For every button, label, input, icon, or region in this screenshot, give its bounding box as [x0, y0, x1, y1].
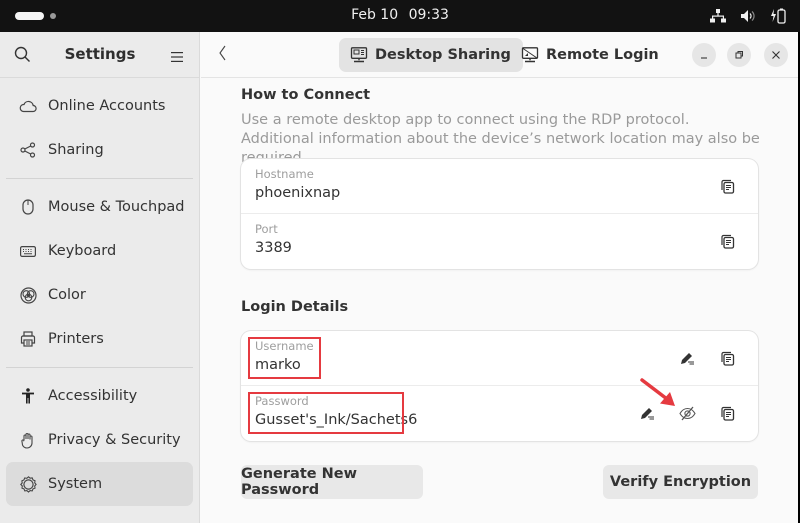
volume-icon[interactable] — [740, 9, 756, 23]
gear-icon — [19, 475, 37, 493]
copy-username-button[interactable] — [718, 349, 736, 367]
how-to-connect-heading: How to Connect — [241, 87, 371, 103]
sidebar-item-online-accounts[interactable]: Online Accounts — [6, 84, 193, 128]
network-icon[interactable] — [710, 9, 726, 23]
copy-icon — [720, 351, 734, 366]
hostname-row: Hostname phoenixnap — [241, 159, 758, 214]
sidebar-item-label: Keyboard — [48, 243, 117, 259]
sidebar-item-label: Accessibility — [48, 388, 138, 404]
settings-window: Settings Online Accounts Sharing Mouse &… — [0, 32, 798, 523]
desktop-sharing-icon — [350, 47, 368, 63]
remote-login-icon — [521, 47, 539, 63]
connection-card: Hostname phoenixnap Port 3389 — [241, 159, 758, 269]
sidebar-title: Settings — [64, 45, 136, 63]
annotation-arrow — [640, 378, 675, 406]
tab-desktop-sharing[interactable]: Desktop Sharing — [339, 38, 523, 72]
top-bar: Feb 10 09:33 — [0, 0, 800, 32]
restore-button[interactable] — [727, 43, 751, 67]
eye-hidden-icon — [678, 406, 696, 420]
close-icon — [772, 51, 780, 59]
main-content: How to Connect Use a remote desktop app … — [201, 79, 798, 523]
copy-icon — [720, 406, 734, 421]
restore-icon — [735, 51, 743, 59]
sidebar-item-label: Printers — [48, 331, 104, 347]
sidebar-item-label: Privacy & Security — [48, 432, 181, 448]
sidebar-divider — [6, 178, 193, 179]
sidebar-item-system[interactable]: System — [6, 462, 193, 506]
username-highlight-box — [248, 337, 321, 379]
color-icon — [19, 286, 37, 304]
sidebar-item-color[interactable]: Color — [6, 273, 193, 317]
printer-icon — [19, 330, 37, 348]
sidebar-item-label: Sharing — [48, 142, 104, 158]
copy-icon — [720, 234, 734, 249]
sidebar-item-keyboard[interactable]: Keyboard — [6, 229, 193, 273]
battery-charging-icon[interactable] — [770, 7, 786, 25]
minimize-icon — [701, 57, 707, 59]
port-row: Port 3389 — [241, 214, 758, 269]
sidebar-item-label: System — [48, 476, 103, 492]
tab-label: Remote Login — [546, 47, 659, 63]
date: Feb 10 — [351, 7, 399, 23]
tab-remote-login[interactable]: Remote Login — [510, 38, 671, 72]
close-button[interactable] — [764, 43, 788, 67]
keyboard-icon — [19, 242, 37, 260]
copy-password-button[interactable] — [718, 404, 736, 422]
hand-icon — [19, 431, 37, 449]
sidebar-item-accessibility[interactable]: Accessibility — [6, 374, 193, 418]
sidebar-item-label: Mouse & Touchpad — [48, 199, 185, 215]
sidebar-item-mouse-touchpad[interactable]: Mouse & Touchpad — [6, 185, 193, 229]
sidebar-item-label: Online Accounts — [48, 98, 166, 114]
copy-port-button[interactable] — [718, 232, 736, 250]
edit-icon — [681, 353, 694, 365]
copy-hostname-button[interactable] — [718, 177, 736, 195]
system-tray[interactable] — [710, 7, 786, 25]
port-label: Port — [255, 222, 278, 236]
back-chevron-icon[interactable] — [218, 44, 228, 66]
clock[interactable]: Feb 10 09:33 — [0, 7, 800, 23]
password-highlight-box — [248, 392, 404, 434]
copy-icon — [720, 179, 734, 194]
sidebar-header: Settings — [0, 32, 199, 78]
tab-label: Desktop Sharing — [375, 47, 511, 63]
sidebar-list: Online Accounts Sharing Mouse & Touchpad… — [0, 78, 199, 512]
verify-encryption-button[interactable]: Verify Encryption — [603, 465, 758, 499]
sidebar-item-printers[interactable]: Printers — [6, 317, 193, 361]
minimize-button[interactable] — [692, 43, 716, 67]
hamburger-menu-icon[interactable] — [171, 48, 183, 67]
generate-new-password-button[interactable]: Generate New Password — [241, 465, 423, 499]
sidebar-divider — [6, 367, 193, 368]
accessibility-icon — [19, 387, 37, 405]
hostname-label: Hostname — [255, 167, 314, 181]
hostname-value: phoenixnap — [255, 185, 341, 201]
sidebar: Settings Online Accounts Sharing Mouse &… — [0, 32, 200, 523]
port-value: 3389 — [255, 240, 292, 256]
edit-username-button[interactable] — [678, 349, 696, 367]
mouse-icon — [19, 198, 37, 216]
time: 09:33 — [408, 7, 449, 23]
sidebar-item-label: Color — [48, 287, 86, 303]
sidebar-item-sharing[interactable]: Sharing — [6, 128, 193, 172]
share-icon — [19, 141, 37, 159]
cloud-icon — [19, 97, 37, 115]
sidebar-item-privacy-security[interactable]: Privacy & Security — [6, 418, 193, 462]
content-header: Desktop Sharing Remote Login — [201, 32, 798, 78]
login-details-heading: Login Details — [241, 299, 349, 315]
